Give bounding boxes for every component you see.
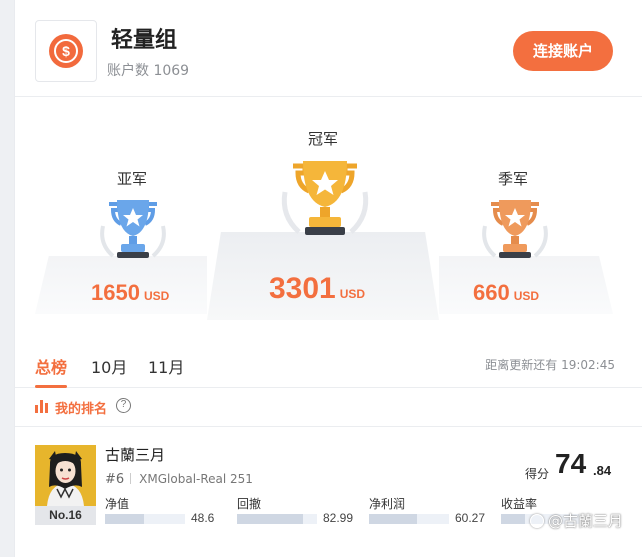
help-icon[interactable]: ? [116, 398, 131, 413]
tab-october[interactable]: 10月 [91, 354, 127, 378]
trader-account: XMGlobal-Real 251 [139, 472, 253, 486]
connect-account-button[interactable]: 连接账户 [513, 31, 613, 71]
second-place-label: 亚军 [116, 170, 147, 188]
bronze-trophy-icon [482, 200, 548, 258]
metric-value: 48.6 [191, 511, 215, 525]
silver-trophy-icon [100, 200, 166, 258]
metric-bar-fill [105, 514, 145, 524]
first-place-unit: USD [339, 287, 366, 301]
third-place-prize: 660 USD [473, 280, 539, 306]
meta-separator [130, 473, 132, 484]
metric-bar-fill [237, 514, 304, 524]
podium: 亚军 1650 USD 冠军 3301 USD 季军 660 USD [15, 98, 642, 334]
third-place-label: 季军 [497, 170, 528, 188]
update-countdown: 距离更新还有 19:02:45 [485, 358, 615, 372]
watermark: @古蘭三月 [530, 510, 623, 531]
metric-bar [105, 514, 185, 524]
second-place-unit: USD [143, 289, 170, 303]
trader-rank: #6 [105, 472, 125, 487]
leaderboard-card: $ 轻量组 账户数 1069 连接账户 亚军 1650 USD 冠军 3301 … [14, 0, 642, 557]
first-place-label: 冠军 [307, 130, 338, 148]
metric-value: 60.27 [455, 511, 486, 525]
first-place-amount: 3301 [269, 272, 336, 305]
my-rank-label: 我的排名 [55, 402, 108, 417]
metric-bar-fill [369, 514, 417, 524]
avatar-image [35, 445, 96, 506]
second-place-amount: 1650 [91, 280, 140, 305]
metric-bar [237, 514, 317, 524]
first-place-prize: 3301 USD [269, 272, 365, 306]
metric-label: 回撤 [237, 497, 262, 511]
metric-label: 净利润 [369, 497, 406, 511]
gold-trophy-icon [281, 161, 369, 235]
tab-overall[interactable]: 总榜 [35, 354, 67, 378]
metric-value: 82.99 [323, 511, 354, 525]
bar-chart-icon [35, 400, 48, 413]
active-tab-indicator [35, 385, 67, 388]
score-label: 得分 [525, 467, 550, 481]
group-header: $ 轻量组 账户数 1069 连接账户 [15, 0, 642, 97]
avatar [35, 445, 96, 506]
score-integer: 74 [555, 448, 587, 479]
dollar-coin-icon: $ [49, 34, 83, 68]
tab-november[interactable]: 11月 [148, 354, 184, 378]
third-place-unit: USD [513, 289, 540, 303]
second-place-prize: 1650 USD [91, 280, 169, 306]
trader-name[interactable]: 古蘭三月 [105, 444, 165, 465]
metric-label: 净值 [105, 497, 130, 511]
watermark-text: @古蘭三月 [548, 512, 624, 530]
score-decimal: .84 [593, 463, 612, 478]
group-title: 轻量组 [111, 28, 178, 53]
metric-bar [369, 514, 449, 524]
ranking-row[interactable]: No.16 古蘭三月 #6 XMGlobal-Real 251 得分 74 .84… [15, 427, 642, 557]
third-place-amount: 660 [473, 280, 510, 305]
metric-bar-fill [501, 514, 525, 524]
group-logo: $ [35, 20, 97, 82]
weibo-icon [530, 514, 544, 528]
leaderboard-tabs: 总榜 10月 11月 距离更新还有 19:02:45 [15, 340, 642, 388]
account-count: 账户数 1069 [107, 63, 190, 79]
rank-badge: No.16 [35, 506, 96, 525]
trader-meta: #6 XMGlobal-Real 251 [105, 472, 253, 487]
